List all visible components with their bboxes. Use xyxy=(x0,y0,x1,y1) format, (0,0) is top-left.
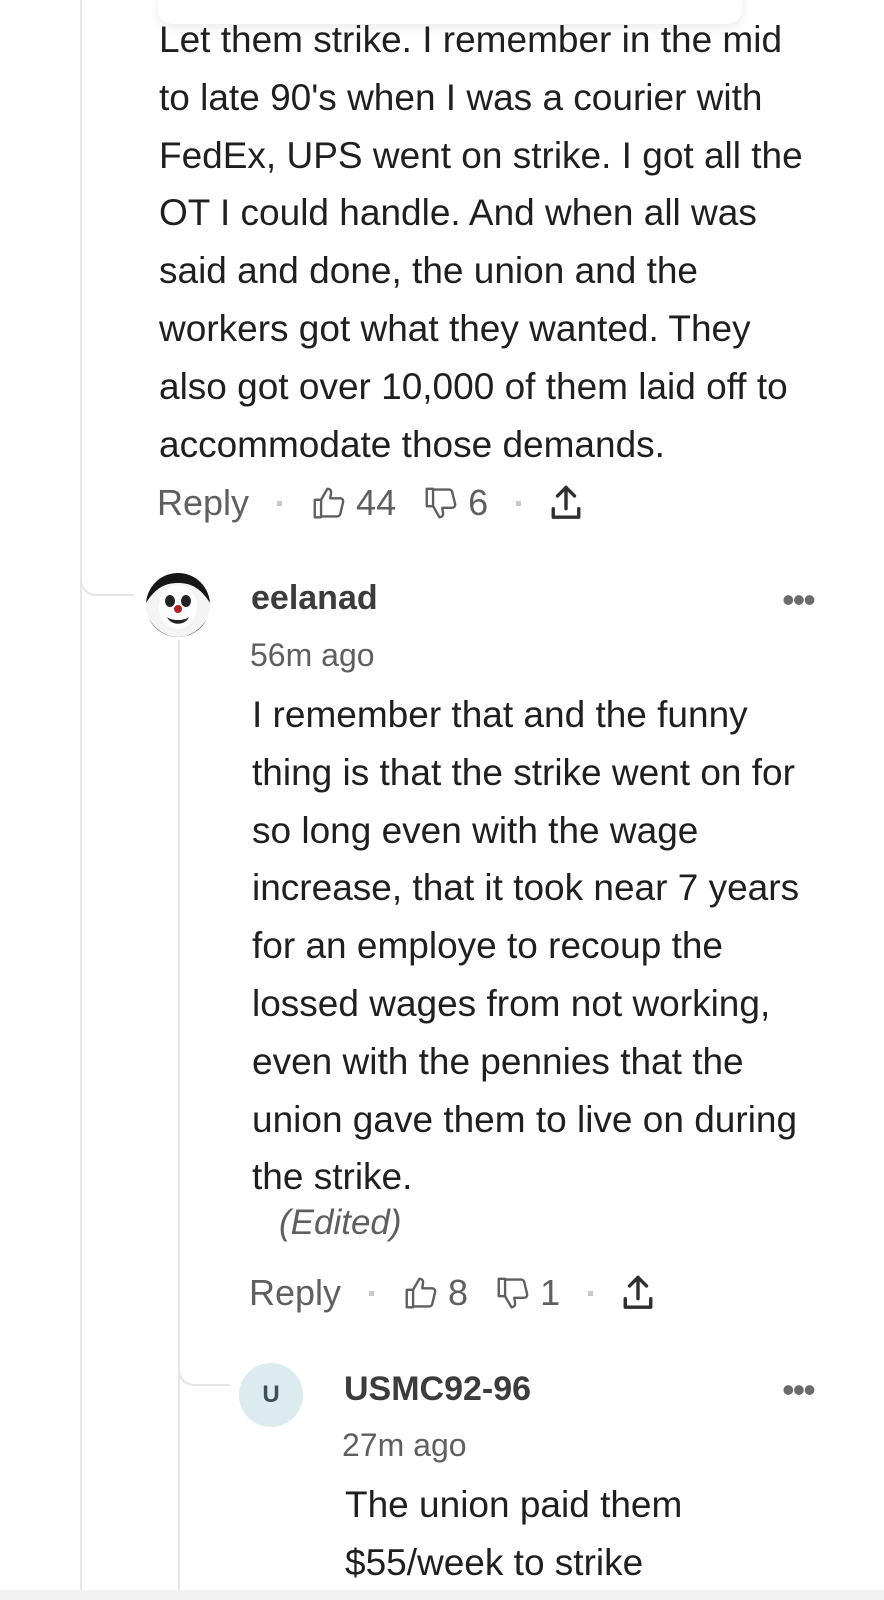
comment-body: I remember that and the funny thing is t… xyxy=(252,694,800,1198)
separator-dot xyxy=(369,1290,375,1296)
comment-body: Let them strike. I remember in the mid t… xyxy=(159,19,803,465)
comment-actions: Reply 8 1 xyxy=(249,1268,655,1318)
thread-connector-2 xyxy=(178,1350,230,1386)
separator-dot xyxy=(277,500,283,506)
more-icon[interactable]: ••• xyxy=(782,582,816,618)
comment-body: The union paid them $55/week to strike xyxy=(345,1484,683,1583)
comment-username[interactable]: eelanad xyxy=(251,579,378,618)
comment-timestamp: 56m ago xyxy=(250,637,375,673)
dislike-count: 1 xyxy=(540,1272,561,1313)
avatar[interactable]: U xyxy=(239,1363,303,1427)
comment-username[interactable]: USMC92-96 xyxy=(344,1370,531,1409)
thumbs-down-icon[interactable] xyxy=(422,484,460,522)
thumbs-down-icon[interactable] xyxy=(494,1274,532,1312)
thread-connector-1 xyxy=(80,560,134,596)
separator-dot xyxy=(588,1290,594,1296)
bottom-toolbar-edge xyxy=(0,1590,884,1600)
share-icon[interactable] xyxy=(549,483,583,523)
comment-timestamp: 27m ago xyxy=(342,1427,467,1463)
comments-page: Let them strike. I remember in the mid t… xyxy=(0,0,884,1600)
reply-button[interactable]: Reply xyxy=(249,1272,341,1314)
separator-dot xyxy=(516,500,522,506)
dislike-count: 6 xyxy=(468,482,489,523)
like-count: 8 xyxy=(448,1272,469,1313)
comment-actions: Reply 44 6 xyxy=(157,478,583,528)
reply-button[interactable]: Reply xyxy=(157,482,249,524)
more-icon[interactable]: ••• xyxy=(782,1372,816,1408)
thread-line-reply xyxy=(178,640,180,1600)
thumbs-up-icon[interactable] xyxy=(310,484,348,522)
thread-line-root xyxy=(80,0,82,1600)
thumbs-up-icon[interactable] xyxy=(402,1274,440,1312)
share-icon[interactable] xyxy=(621,1273,655,1313)
avatar[interactable] xyxy=(146,573,210,637)
like-count: 44 xyxy=(356,482,397,523)
edited-label: (Edited) xyxy=(279,1203,402,1242)
